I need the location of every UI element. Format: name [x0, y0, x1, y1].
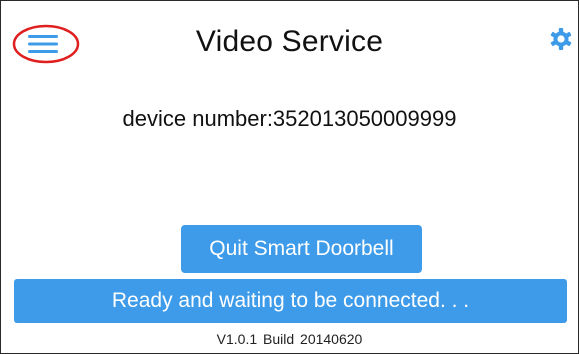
quit-smart-doorbell-button[interactable]: Quit Smart Doorbell [181, 225, 422, 273]
version-label: V1.0.1 Build 20140620 [216, 331, 363, 347]
device-number-label: device number:352013050009999 [122, 106, 457, 131]
app-frame: Video Service device number:352013050009… [0, 0, 579, 354]
page-title: Video Service [195, 25, 384, 58]
settings-button[interactable] [547, 25, 575, 53]
gear-icon [550, 28, 572, 50]
connection-status-bar: Ready and waiting to be connected. . . [14, 279, 567, 323]
